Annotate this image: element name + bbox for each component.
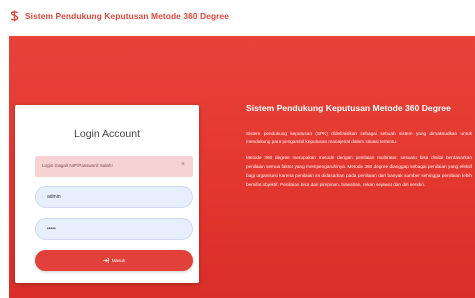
login-card: Login Account Login Gagal! NIP/Password … (15, 105, 199, 283)
login-card-title: Login Account (74, 128, 140, 140)
info-title: Sistem Pendukung Keputusan Metode 360 De… (246, 103, 451, 113)
info-paragraph: Sistem pendukung keputusan (SPK) didefin… (246, 130, 472, 145)
app-title: Sistem Pendukung Keputusan Metode 360 De… (25, 11, 230, 21)
close-icon[interactable]: × (181, 161, 185, 168)
login-button-label: Masuk (111, 258, 126, 263)
top-navbar: Sistem Pendukung Keputusan Metode 360 De… (0, 0, 475, 36)
login-button[interactable]: Masuk (35, 250, 193, 271)
dollar-sign-icon (10, 10, 19, 22)
info-paragraph: Metode 360 degree merupakan metode denga… (246, 155, 472, 188)
info-panel: Sistem Pendukung Keputusan Metode 360 De… (246, 103, 472, 190)
username-input[interactable] (35, 186, 193, 208)
error-alert: Login Gagal! NIP/Password Salah! × (35, 156, 193, 177)
password-input[interactable] (35, 218, 193, 240)
sign-in-icon (103, 258, 109, 263)
error-alert-text: Login Gagal! NIP/Password Salah! (42, 163, 113, 168)
brand[interactable]: Sistem Pendukung Keputusan Metode 360 De… (9, 10, 229, 22)
